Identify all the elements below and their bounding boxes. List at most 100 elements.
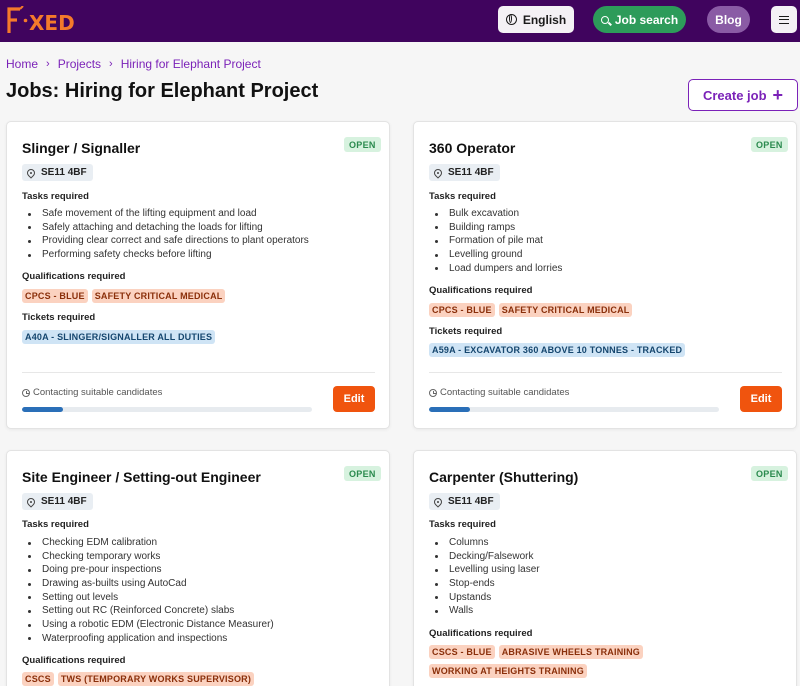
- clock-icon: [429, 388, 437, 397]
- clock-icon: [22, 388, 30, 397]
- qualification-chips: CSCS TWS (TEMPORARY WORKS SUPERVISOR): [22, 672, 372, 686]
- breadcrumb-projects[interactable]: Projects: [58, 57, 101, 71]
- task-item: Using a robotic EDM (Electronic Distance…: [22, 618, 274, 632]
- job-search-button[interactable]: Job search: [593, 6, 686, 33]
- task-list: Columns Decking/Falsework Levelling usin…: [429, 536, 540, 618]
- qualifications-label: Qualifications required: [22, 271, 126, 282]
- breadcrumb: Home › Projects › Hiring for Elephant Pr…: [6, 57, 261, 71]
- plus-icon: +: [772, 85, 784, 105]
- language-button[interactable]: English: [498, 6, 574, 33]
- qualification-chip: CSCS - BLUE: [429, 645, 495, 659]
- blog-label: Blog: [715, 12, 742, 27]
- tasks-label: Tasks required: [429, 191, 496, 202]
- qualification-chip: TWS (TEMPORARY WORKS SUPERVISOR): [57, 672, 255, 686]
- contact-status: Contacting suitable candidates: [22, 387, 162, 398]
- location-text: SE11 4BF: [41, 496, 87, 507]
- job-title[interactable]: 360 Operator: [429, 140, 515, 156]
- task-item: Checking temporary works: [22, 550, 274, 564]
- task-item: Formation of pile mat: [429, 234, 562, 248]
- divider: [429, 372, 782, 373]
- create-job-label: Create job: [702, 87, 767, 103]
- task-item: Decking/Falsework: [429, 550, 540, 564]
- task-item: Building ramps: [429, 221, 562, 235]
- divider: [22, 372, 375, 373]
- location-chip: SE11 4BF: [22, 493, 93, 510]
- task-item: Levelling using laser: [429, 563, 540, 577]
- page-title: Jobs: Hiring for Elephant Project: [6, 80, 319, 102]
- qualification-chip: SAFETY CRITICAL MEDICAL: [91, 289, 226, 303]
- task-item: Bulk excavation: [429, 207, 562, 221]
- task-item: Stop-ends: [429, 577, 540, 591]
- job-title[interactable]: Carpenter (Shuttering): [429, 469, 578, 485]
- location-text: SE11 4BF: [448, 496, 494, 507]
- job-title[interactable]: Slinger / Signaller: [22, 140, 140, 156]
- qualification-chip: CSCS: [22, 672, 54, 686]
- status-badge: OPEN: [751, 466, 788, 481]
- fixed-logo[interactable]: XED: [6, 6, 74, 36]
- task-item: Safe movement of the lifting equipment a…: [22, 207, 309, 221]
- breadcrumb-current[interactable]: Hiring for Elephant Project: [121, 57, 261, 71]
- tasks-label: Tasks required: [22, 519, 89, 530]
- progress-fill: [429, 407, 470, 412]
- tasks-label: Tasks required: [429, 519, 496, 530]
- blog-button[interactable]: Blog: [707, 6, 750, 33]
- language-label: English: [522, 12, 567, 27]
- contact-status: Contacting suitable candidates: [429, 387, 569, 398]
- task-item: Safely attaching and detaching the loads…: [22, 221, 309, 235]
- status-badge: OPEN: [344, 466, 381, 481]
- task-item: Levelling ground: [429, 248, 562, 262]
- qualification-chip: CPCS - BLUE: [429, 303, 495, 317]
- progress-bar: [429, 407, 719, 412]
- ticket-chips: A40A - SLINGER/SIGNALLER ALL DUTIES: [22, 330, 372, 344]
- status-badge: OPEN: [751, 137, 788, 152]
- task-item: Load dumpers and lorries: [429, 262, 562, 276]
- task-item: Checking EDM calibration: [22, 536, 274, 550]
- ticket-chip: A59A - EXCAVATOR 360 ABOVE 10 TONNES - T…: [429, 343, 686, 357]
- job-title[interactable]: Site Engineer / Setting-out Engineer: [22, 469, 261, 485]
- task-item: Setting out RC (Reinforced Concrete) sla…: [22, 604, 274, 618]
- progress-fill: [22, 407, 63, 412]
- chevron-right-icon: ›: [109, 58, 113, 70]
- task-item: Drawing as-builts using AutoCad: [22, 577, 274, 591]
- svg-text:XED: XED: [29, 11, 74, 35]
- job-card: Carpenter (Shuttering) OPEN SE11 4BF Tas…: [413, 450, 797, 686]
- contact-status-text: Contacting suitable candidates: [33, 387, 163, 398]
- qualification-chip: ABRASIVE WHEELS TRAINING: [498, 645, 644, 659]
- qualification-chip: SAFETY CRITICAL MEDICAL: [498, 303, 633, 317]
- globe-icon: [505, 14, 517, 25]
- task-item: Upstands: [429, 591, 540, 605]
- qualifications-label: Qualifications required: [429, 628, 533, 639]
- edit-button[interactable]: Edit: [333, 386, 375, 412]
- progress-bar: [22, 407, 312, 412]
- ticket-chips: A59A - EXCAVATOR 360 ABOVE 10 TONNES - T…: [429, 343, 779, 357]
- map-pin-icon: [25, 166, 37, 179]
- qualification-chip: CPCS - BLUE: [22, 289, 88, 303]
- map-pin-icon: [432, 166, 444, 179]
- location-text: SE11 4BF: [41, 167, 87, 178]
- edit-button[interactable]: Edit: [740, 386, 782, 412]
- qualifications-label: Qualifications required: [22, 655, 126, 666]
- qualification-chips: CSCS - BLUE ABRASIVE WHEELS TRAINING WOR…: [429, 645, 679, 678]
- qualification-chip: WORKING AT HEIGHTS TRAINING: [429, 664, 587, 678]
- location-text: SE11 4BF: [448, 167, 494, 178]
- job-card: Site Engineer / Setting-out Engineer OPE…: [6, 450, 390, 686]
- location-chip: SE11 4BF: [429, 164, 500, 181]
- breadcrumb-home[interactable]: Home: [6, 57, 38, 71]
- task-item: Performing safety checks before lifting: [22, 248, 309, 262]
- contact-status-text: Contacting suitable candidates: [440, 387, 570, 398]
- tasks-label: Tasks required: [22, 191, 89, 202]
- task-item: Doing pre-pour inspections: [22, 563, 274, 577]
- tickets-label: Tickets required: [429, 326, 503, 337]
- ticket-chip: A40A - SLINGER/SIGNALLER ALL DUTIES: [22, 330, 216, 344]
- chevron-right-icon: ›: [46, 58, 50, 70]
- task-item: Waterproofing application and inspection…: [22, 632, 274, 646]
- map-pin-icon: [25, 495, 37, 508]
- qualification-chips: CPCS - BLUE SAFETY CRITICAL MEDICAL: [429, 303, 779, 317]
- search-icon: [600, 15, 609, 24]
- task-item: Walls: [429, 604, 540, 618]
- menu-button[interactable]: [771, 6, 797, 33]
- create-job-button[interactable]: Create job +: [688, 79, 798, 111]
- status-badge: OPEN: [344, 137, 381, 152]
- job-search-label: Job search: [614, 12, 679, 27]
- location-chip: SE11 4BF: [22, 164, 93, 181]
